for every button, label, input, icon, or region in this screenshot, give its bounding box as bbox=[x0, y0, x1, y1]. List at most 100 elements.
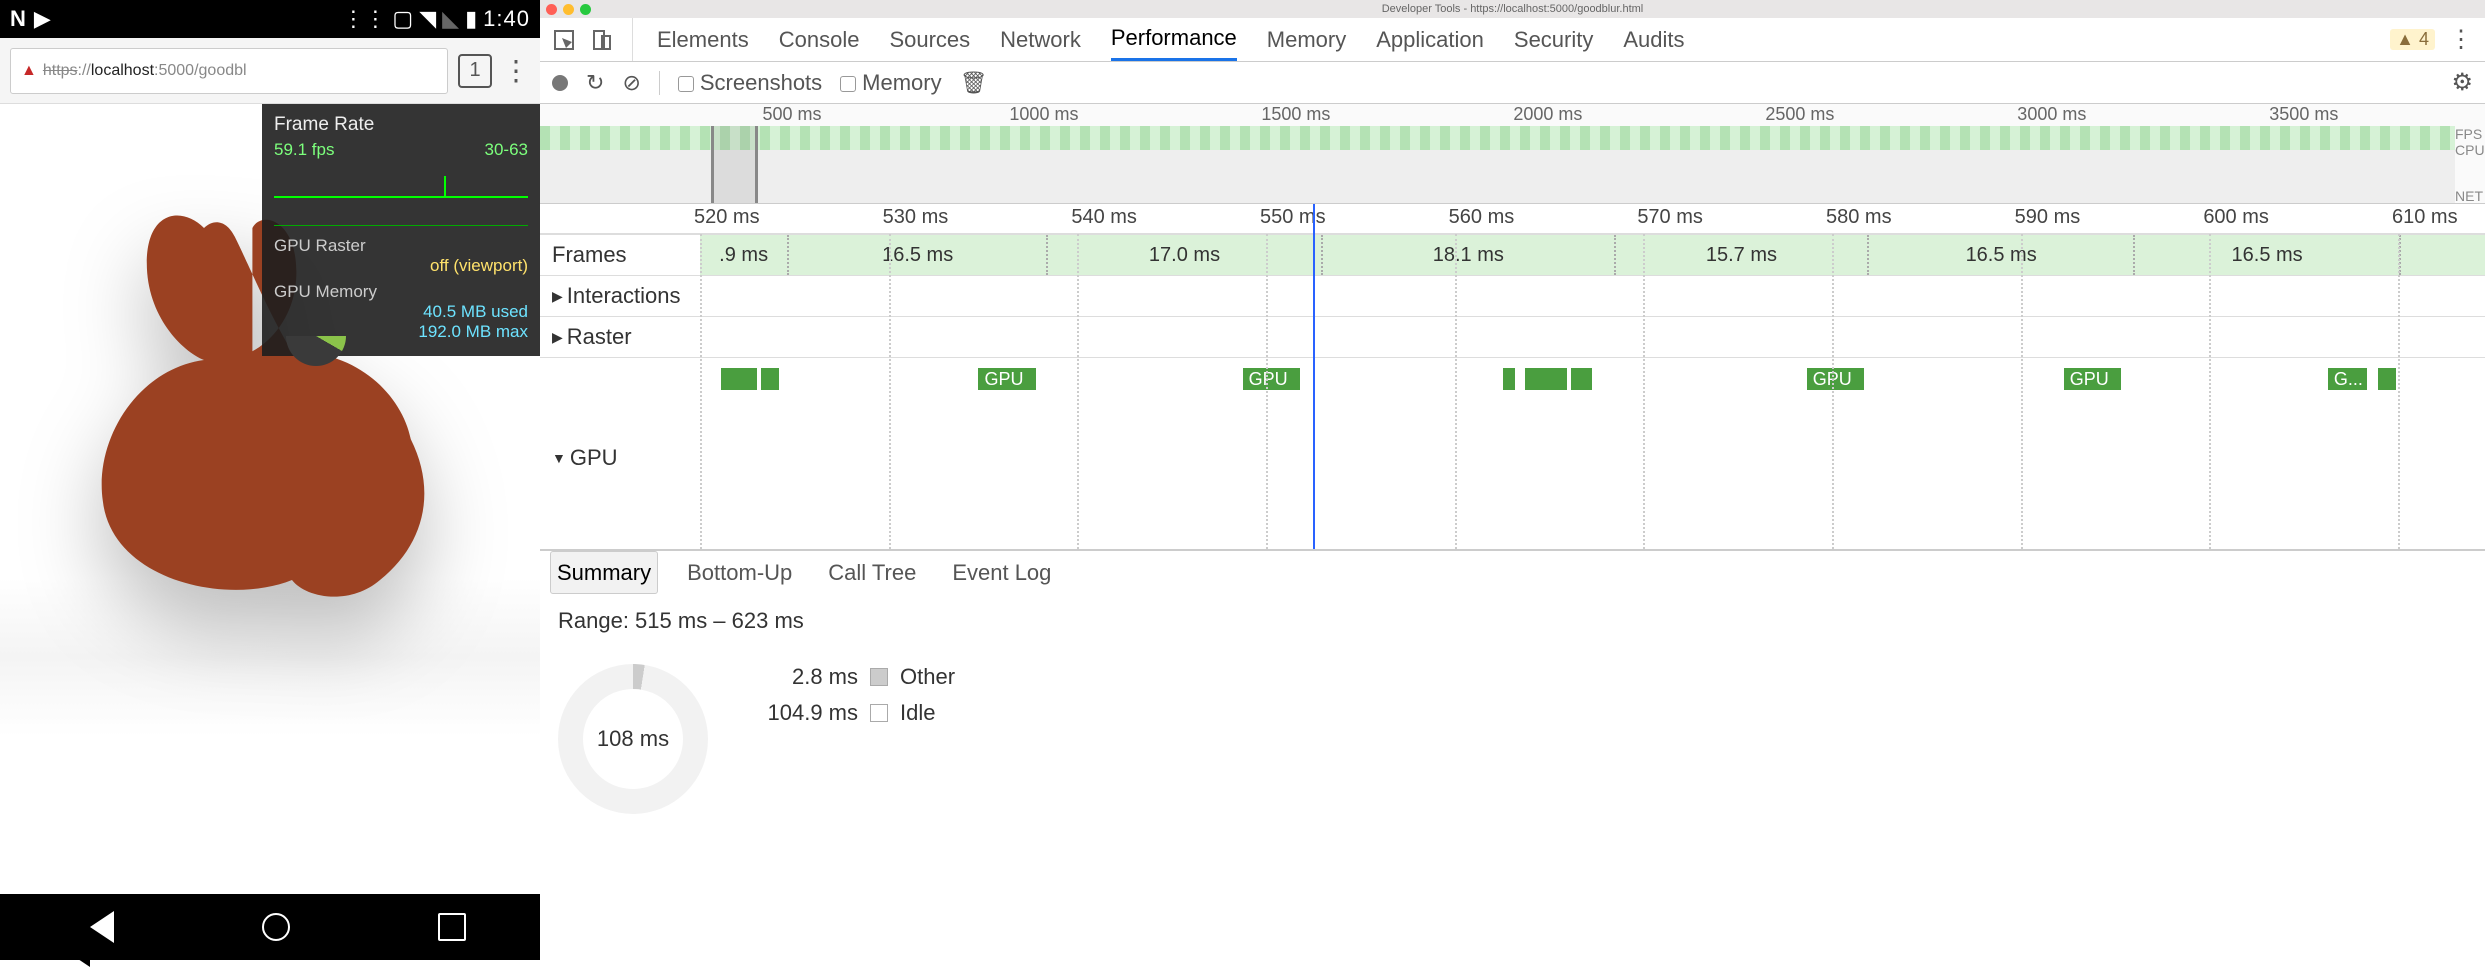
framerate-title: Frame Rate bbox=[274, 114, 528, 136]
screenshots-checkbox[interactable]: Screenshots bbox=[678, 70, 822, 96]
ruler-tick: 520 ms bbox=[694, 206, 760, 229]
gpu-block[interactable] bbox=[1503, 368, 1515, 390]
fps-range: 30-63 bbox=[485, 140, 528, 160]
interactions-section[interactable]: ▶Interactions bbox=[540, 275, 2485, 316]
gpu-block[interactable]: G... bbox=[2328, 368, 2367, 390]
clock: 1:40 bbox=[483, 6, 530, 32]
overview-selection[interactable] bbox=[711, 126, 758, 203]
devtools-menu-icon[interactable]: ⋮ bbox=[2449, 25, 2473, 54]
inspect-element-icon[interactable] bbox=[552, 28, 576, 52]
warnings-badge[interactable]: ▲ 4 bbox=[2390, 29, 2435, 50]
ruler-tick: 540 ms bbox=[1071, 206, 1137, 229]
overview-tick: 3500 ms bbox=[2269, 104, 2338, 125]
tab-memory[interactable]: Memory bbox=[1267, 18, 1346, 61]
window-titlebar: Developer Tools - https://localhost:5000… bbox=[540, 0, 2485, 18]
overview-tick: 2000 ms bbox=[1513, 104, 1582, 125]
gpu-block[interactable]: GPU bbox=[1807, 368, 1864, 390]
tab-application[interactable]: Application bbox=[1376, 18, 1484, 61]
reload-button[interactable]: ↻ bbox=[586, 70, 604, 96]
frame-segment[interactable]: 16.5 ms bbox=[789, 235, 1048, 275]
ruler-tick: 550 ms bbox=[1260, 206, 1326, 229]
timeline-overview[interactable]: 500 ms1000 ms1500 ms2000 ms2500 ms3000 m… bbox=[540, 104, 2485, 204]
legend-row: 2.8 msOther bbox=[748, 664, 955, 690]
overview-tick: 2500 ms bbox=[1765, 104, 1834, 125]
clear-button[interactable]: ⊘ bbox=[622, 70, 640, 96]
frame-segment[interactable]: 18.1 ms bbox=[1323, 235, 1616, 275]
gpu-section[interactable]: ▼GPU GPUGPUGPUGPUG... bbox=[540, 357, 2485, 550]
minimize-window-icon[interactable] bbox=[563, 4, 574, 15]
flamechart[interactable]: 520 ms530 ms540 ms550 ms560 ms570 ms580 … bbox=[540, 204, 2485, 550]
close-window-icon[interactable] bbox=[546, 4, 557, 15]
playhead[interactable] bbox=[1313, 204, 1315, 549]
range-text: Range: 515 ms – 623 ms bbox=[558, 608, 2467, 634]
ruler-tick: 580 ms bbox=[1826, 206, 1892, 229]
lane-cpu: CPU bbox=[2455, 142, 2485, 158]
android-statusbar: N ▶ ⋮⋮ ▢ ◥ ◣ ▮ 1:40 bbox=[0, 0, 540, 38]
frame-segment[interactable]: 16.5 ms bbox=[2135, 235, 2401, 275]
android-phone-frame: N ▶ ⋮⋮ ▢ ◥ ◣ ▮ 1:40 ▲ https://localhost:… bbox=[0, 0, 540, 960]
gpu-memory-label: GPU Memory bbox=[274, 282, 377, 302]
gpu-track[interactable]: GPU GPU GPU GPU G... bbox=[700, 358, 2485, 550]
tab-console[interactable]: Console bbox=[779, 18, 860, 61]
tab-security[interactable]: Security bbox=[1514, 18, 1593, 61]
detail-tab-summary[interactable]: Summary bbox=[550, 551, 658, 594]
perf-toolbar: ↻ ⊘ Screenshots Memory 🗑 ⚙ bbox=[540, 62, 2485, 104]
tab-elements[interactable]: Elements bbox=[657, 18, 749, 61]
gpu-block[interactable] bbox=[1571, 368, 1592, 390]
url-proto: https bbox=[43, 62, 78, 80]
home-button[interactable] bbox=[262, 913, 290, 941]
frame-segment[interactable]: 17.0 ms bbox=[1048, 235, 1323, 275]
zoom-window-icon[interactable] bbox=[580, 4, 591, 15]
fps-graph bbox=[274, 166, 528, 226]
detail-tabs: Summary Bottom-Up Call Tree Event Log bbox=[540, 550, 2485, 594]
chrome-menu-icon[interactable]: ⋮ bbox=[502, 54, 530, 87]
lane-fps: FPS bbox=[2455, 126, 2485, 142]
devtools-tabbar: Elements Console Sources Network Performance… bbox=[540, 18, 2485, 62]
gpu-mem-used: 40.5 MB used bbox=[423, 302, 528, 322]
tab-network[interactable]: Network bbox=[1000, 18, 1081, 61]
play-icon: ▶ bbox=[34, 6, 51, 32]
ruler-tick: 530 ms bbox=[883, 206, 949, 229]
frame-segment[interactable]: .9 ms bbox=[700, 235, 789, 275]
tab-sources[interactable]: Sources bbox=[889, 18, 970, 61]
gpu-block[interactable]: GPU bbox=[1243, 368, 1300, 390]
window-title: Developer Tools - https://localhost:5000… bbox=[1382, 3, 1644, 15]
gpu-raster-label: GPU Raster bbox=[274, 236, 366, 256]
frame-segment[interactable]: 16.5 ms bbox=[1869, 235, 2135, 275]
tab-performance[interactable]: Performance bbox=[1111, 18, 1237, 61]
device-toolbar-icon[interactable] bbox=[590, 28, 614, 52]
summary-total: 108 ms bbox=[597, 726, 669, 752]
frames-label: Frames bbox=[552, 242, 627, 268]
vibrate-icon: ▢ bbox=[392, 6, 413, 32]
gpu-block[interactable]: GPU bbox=[978, 368, 1035, 390]
overview-tick: 500 ms bbox=[762, 104, 821, 125]
back-button[interactable] bbox=[74, 911, 114, 943]
trash-icon[interactable]: 🗑 bbox=[960, 70, 988, 96]
tab-switcher[interactable]: 1 bbox=[458, 54, 492, 88]
record-button[interactable] bbox=[552, 75, 568, 91]
detail-tab-event-log[interactable]: Event Log bbox=[945, 551, 1058, 594]
gpu-block[interactable]: GPU bbox=[2064, 368, 2121, 390]
tab-audits[interactable]: Audits bbox=[1623, 18, 1684, 61]
gpu-block[interactable] bbox=[721, 368, 757, 390]
detail-tab-call-tree[interactable]: Call Tree bbox=[821, 551, 923, 594]
detail-tab-bottom-up[interactable]: Bottom-Up bbox=[680, 551, 799, 594]
ruler-tick: 570 ms bbox=[1637, 206, 1703, 229]
frames-track[interactable]: .9 ms16.5 ms17.0 ms18.1 ms15.7 ms16.5 ms… bbox=[700, 235, 2485, 275]
gpu-block[interactable] bbox=[1525, 368, 1568, 390]
fps-overlay: Frame Rate 59.1 fps 30-63 GPU Raster off… bbox=[262, 104, 540, 356]
overview-tick: 1500 ms bbox=[1261, 104, 1330, 125]
perf-settings-icon[interactable]: ⚙ bbox=[2451, 68, 2473, 97]
url-input[interactable]: ▲ https://localhost:5000/goodbl bbox=[10, 48, 448, 94]
insecure-warning-icon: ▲ bbox=[21, 62, 37, 80]
raster-section[interactable]: ▶Raster bbox=[540, 316, 2485, 357]
recents-button[interactable] bbox=[438, 913, 466, 941]
memory-checkbox[interactable]: Memory bbox=[840, 70, 941, 96]
lane-net: NET bbox=[2455, 188, 2485, 204]
gpu-block[interactable] bbox=[2378, 368, 2396, 390]
ruler-tick: 590 ms bbox=[2015, 206, 2081, 229]
fps-value: 59.1 fps bbox=[274, 140, 335, 160]
gpu-block[interactable] bbox=[761, 368, 779, 390]
legend-row: 104.9 msIdle bbox=[748, 700, 955, 726]
battery-icon: ▮ bbox=[465, 6, 477, 32]
